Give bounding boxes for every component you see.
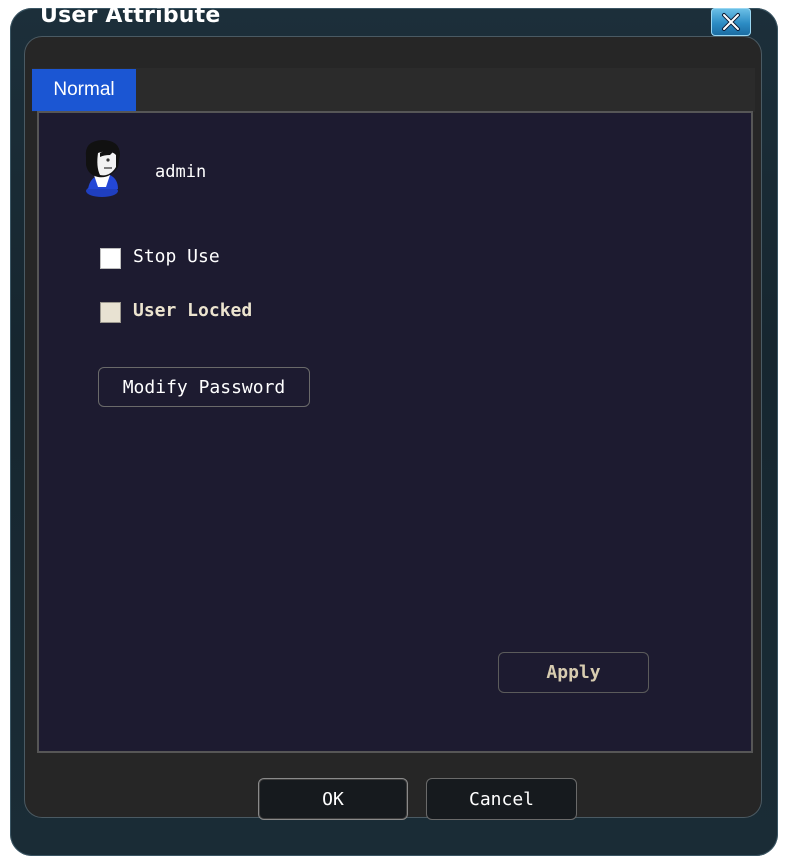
stop-use-checkbox[interactable] bbox=[100, 248, 121, 269]
cancel-button[interactable]: Cancel bbox=[426, 778, 577, 820]
close-button[interactable] bbox=[711, 8, 751, 36]
apply-button: Apply bbox=[498, 652, 649, 693]
tab-bar bbox=[32, 68, 755, 112]
user-name: admin bbox=[155, 162, 207, 182]
modify-password-button[interactable]: Modify Password bbox=[98, 367, 310, 407]
dialog-title: User Attribute bbox=[40, 3, 221, 28]
user-avatar-icon bbox=[85, 140, 120, 197]
user-locked-label: User Locked bbox=[133, 300, 253, 321]
stop-use-label: Stop Use bbox=[133, 246, 220, 267]
user-locked-checkbox bbox=[100, 302, 121, 323]
ok-button[interactable]: OK bbox=[258, 778, 408, 820]
close-x-icon bbox=[722, 13, 740, 31]
tab-normal[interactable]: Normal bbox=[32, 69, 136, 111]
